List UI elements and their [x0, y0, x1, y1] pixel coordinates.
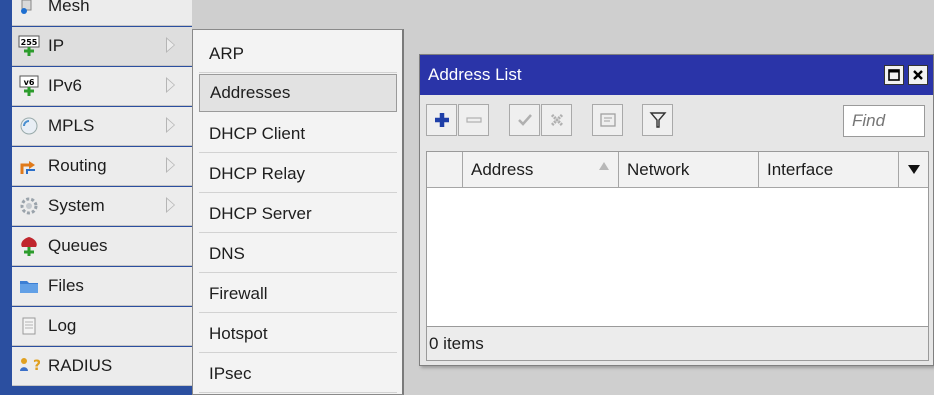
table-header: Address Network Interface [427, 152, 928, 188]
window-toolbar [426, 104, 926, 142]
sidebar-item-ip[interactable]: 255 IP [12, 27, 192, 66]
submenu-item-arp[interactable]: ARP [199, 35, 397, 73]
column-label: Network [627, 159, 690, 179]
mpls-icon [18, 115, 40, 137]
window-title: Address List [428, 65, 522, 84]
column-address[interactable]: Address [463, 152, 619, 187]
sidebar-item-label: System [48, 196, 105, 215]
submenu-item-hotspot[interactable]: Hotspot [199, 315, 397, 353]
svg-text:v6: v6 [24, 78, 35, 87]
sidebar-item-queues[interactable]: Queues [12, 227, 192, 266]
queues-icon [18, 235, 40, 257]
remove-icon [465, 117, 482, 123]
column-network[interactable]: Network [619, 152, 759, 187]
address-table: Address Network Interface [426, 151, 929, 327]
column-label: Address [471, 159, 534, 179]
sort-ascending-icon [599, 162, 609, 170]
svg-text:255: 255 [21, 38, 38, 47]
sidebar-menu: Mesh 255 IP v6 IPv6 MPLS Routing System [0, 0, 192, 395]
sidebar-item-label: RADIUS [48, 356, 113, 375]
find-input[interactable] [843, 105, 925, 137]
chevron-right-icon [166, 157, 175, 173]
sidebar-item-log[interactable]: Log [12, 307, 192, 346]
sidebar-item-label: IPv6 [48, 76, 83, 95]
submenu-item-ipsec[interactable]: IPsec [199, 355, 397, 393]
disable-icon [550, 113, 563, 127]
sidebar-item-ipv6[interactable]: v6 IPv6 [12, 67, 192, 106]
sidebar-item-radius[interactable]: ? RADIUS [12, 347, 192, 386]
ip-submenu: ARP Addresses DHCP Client DHCP Relay DHC… [192, 29, 404, 395]
ipv6-icon: v6 [18, 75, 40, 97]
window-titlebar[interactable]: Address List [420, 55, 933, 95]
status-bar: 0 items [426, 327, 929, 361]
filter-button[interactable] [642, 104, 673, 136]
submenu-item-addresses[interactable]: Addresses [199, 74, 397, 112]
sidebar-item-label: Queues [48, 236, 108, 255]
submenu-item-dns[interactable]: DNS [199, 235, 397, 273]
sidebar-item-mpls[interactable]: MPLS [12, 107, 192, 146]
chevron-right-icon [166, 197, 175, 213]
dropdown-arrow-icon [908, 165, 920, 174]
mesh-icon [18, 0, 40, 17]
sidebar-item-mesh[interactable]: Mesh [12, 0, 192, 26]
add-button[interactable] [426, 104, 457, 136]
radius-icon: ? [18, 355, 40, 377]
svg-text:?: ? [33, 358, 40, 374]
submenu-item-dhcp-server[interactable]: DHCP Server [199, 195, 397, 233]
sidebar-item-files[interactable]: Files [12, 267, 192, 306]
column-menu-button[interactable] [899, 152, 929, 187]
comment-button[interactable] [592, 104, 623, 136]
chevron-right-icon [166, 77, 175, 93]
column-label: Interface [767, 159, 834, 179]
close-button[interactable] [908, 65, 928, 85]
sidebar-item-label: Files [48, 276, 84, 295]
enable-button[interactable] [509, 104, 540, 136]
sidebar-item-label: Mesh [48, 0, 90, 15]
close-icon [913, 70, 923, 80]
log-icon [18, 315, 40, 337]
disable-button[interactable] [541, 104, 572, 136]
maximize-icon [888, 69, 900, 81]
remove-button[interactable] [458, 104, 489, 136]
comment-icon [599, 113, 616, 127]
row-selector-column[interactable] [427, 152, 463, 187]
maximize-button[interactable] [884, 65, 904, 85]
submenu-item-dhcp-client[interactable]: DHCP Client [199, 115, 397, 153]
system-icon [18, 195, 40, 217]
ip-icon: 255 [18, 35, 40, 57]
chevron-right-icon [166, 117, 175, 133]
routing-icon [18, 155, 40, 177]
chevron-right-icon [166, 37, 175, 53]
sidebar-item-label: Log [48, 316, 77, 335]
add-icon [434, 113, 449, 127]
sidebar-item-routing[interactable]: Routing [12, 147, 192, 186]
sidebar-item-system[interactable]: System [12, 187, 192, 226]
enable-icon [517, 114, 532, 126]
folder-icon [18, 275, 40, 297]
address-list-window: Address List Addre [419, 54, 934, 366]
sidebar-item-label: IP [48, 36, 65, 55]
sidebar-item-label: MPLS [48, 116, 95, 135]
filter-icon [648, 112, 667, 128]
submenu-item-firewall[interactable]: Firewall [199, 275, 397, 313]
sidebar-item-label: Routing [48, 156, 107, 175]
column-interface[interactable]: Interface [759, 152, 899, 187]
submenu-item-dhcp-relay[interactable]: DHCP Relay [199, 155, 397, 193]
item-count: 0 items [429, 333, 484, 353]
